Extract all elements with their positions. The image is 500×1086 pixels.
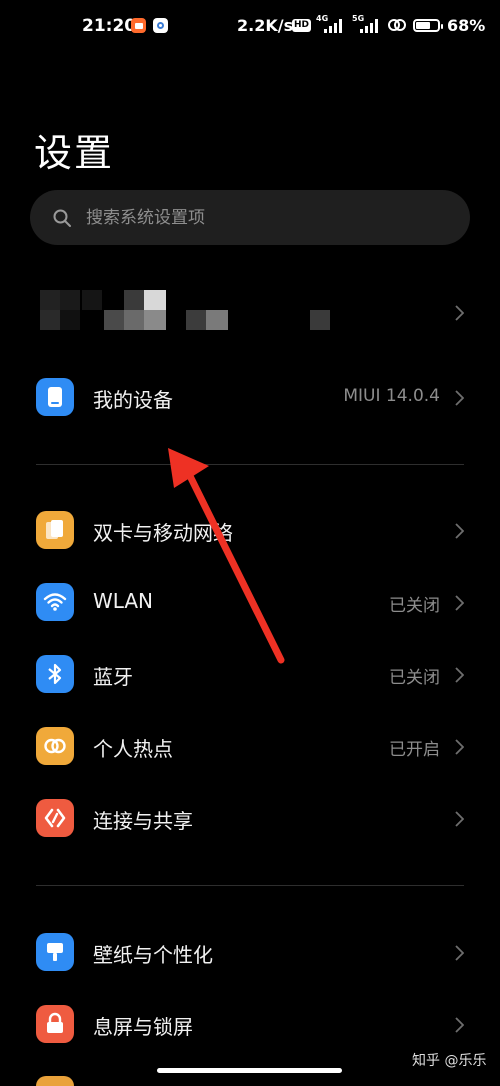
settings-item-value: 已关闭 bbox=[389, 668, 440, 688]
settings-item-my-device[interactable]: 我的设备 MIUI 14.0.4 bbox=[0, 366, 500, 430]
divider bbox=[36, 885, 464, 886]
settings-item-connection-sharing[interactable]: 连接与共享 bbox=[0, 787, 500, 851]
watermark: 知乎 @乐乐 bbox=[412, 1053, 487, 1069]
page-title: 设置 bbox=[34, 131, 115, 175]
wifi-icon bbox=[36, 583, 74, 621]
chevron-right-icon bbox=[455, 523, 464, 539]
settings-item-lock-screen[interactable]: 息屏与锁屏 bbox=[0, 993, 500, 1057]
chevron-right-icon bbox=[455, 945, 464, 961]
status-time: 21:20 bbox=[82, 16, 137, 36]
settings-item-value: MIUI 14.0.4 bbox=[343, 386, 440, 406]
settings-item-label: 我的设备 bbox=[93, 388, 173, 412]
battery-icon bbox=[413, 19, 443, 32]
settings-item-value: 已关闭 bbox=[389, 596, 440, 616]
screen-record-icon bbox=[131, 18, 146, 33]
sim-card-icon bbox=[36, 511, 74, 549]
settings-item-label: 个人热点 bbox=[93, 737, 173, 761]
battery-fill bbox=[416, 22, 430, 29]
chevron-right-icon bbox=[455, 305, 464, 321]
bluetooth-icon bbox=[36, 655, 74, 693]
chevron-right-icon bbox=[455, 739, 464, 755]
settings-item-wallpaper[interactable]: 壁纸与个性化 bbox=[0, 921, 500, 985]
wallpaper-icon bbox=[36, 933, 74, 971]
signal-icon bbox=[324, 18, 342, 33]
settings-item-label: 息屏与锁屏 bbox=[93, 1015, 193, 1039]
search-box[interactable] bbox=[30, 190, 470, 245]
partial-next-item-icon bbox=[36, 1076, 74, 1086]
status-bar: 21:20 2.2K/s HD 4G 5G 68% bbox=[0, 0, 500, 56]
home-indicator[interactable] bbox=[157, 1068, 342, 1073]
hotspot-icon bbox=[36, 727, 74, 765]
chevron-right-icon bbox=[455, 1017, 464, 1033]
battery-percent: 68% bbox=[447, 16, 486, 35]
share-icon bbox=[36, 799, 74, 837]
chevron-right-icon bbox=[455, 811, 464, 827]
lock-icon bbox=[36, 1005, 74, 1043]
settings-notification-icon bbox=[153, 18, 168, 33]
settings-item-label: 蓝牙 bbox=[93, 665, 133, 689]
link-icon bbox=[388, 19, 406, 31]
settings-item-sim-network[interactable]: 双卡与移动网络 bbox=[0, 499, 500, 563]
chevron-right-icon bbox=[455, 667, 464, 683]
divider bbox=[36, 464, 464, 465]
search-icon bbox=[53, 209, 71, 227]
settings-item-wlan[interactable]: WLAN 已关闭 bbox=[0, 571, 500, 635]
search-input[interactable] bbox=[84, 206, 448, 229]
account-row[interactable] bbox=[0, 280, 500, 350]
settings-item-hotspot[interactable]: 个人热点 已开启 bbox=[0, 715, 500, 779]
settings-item-bluetooth[interactable]: 蓝牙 已关闭 bbox=[0, 643, 500, 707]
signal-icon-2 bbox=[360, 18, 378, 33]
settings-item-value: 已开启 bbox=[389, 740, 440, 760]
network-speed: 2.2K/s bbox=[237, 16, 294, 35]
settings-item-label: 连接与共享 bbox=[93, 809, 193, 833]
chevron-right-icon bbox=[455, 595, 464, 611]
hd-badge: HD bbox=[292, 19, 312, 32]
settings-item-label: WLAN bbox=[93, 589, 154, 613]
settings-item-label: 双卡与移动网络 bbox=[93, 521, 233, 545]
chevron-right-icon bbox=[455, 390, 464, 406]
phone-icon bbox=[36, 378, 74, 416]
settings-item-label: 壁纸与个性化 bbox=[93, 943, 213, 967]
